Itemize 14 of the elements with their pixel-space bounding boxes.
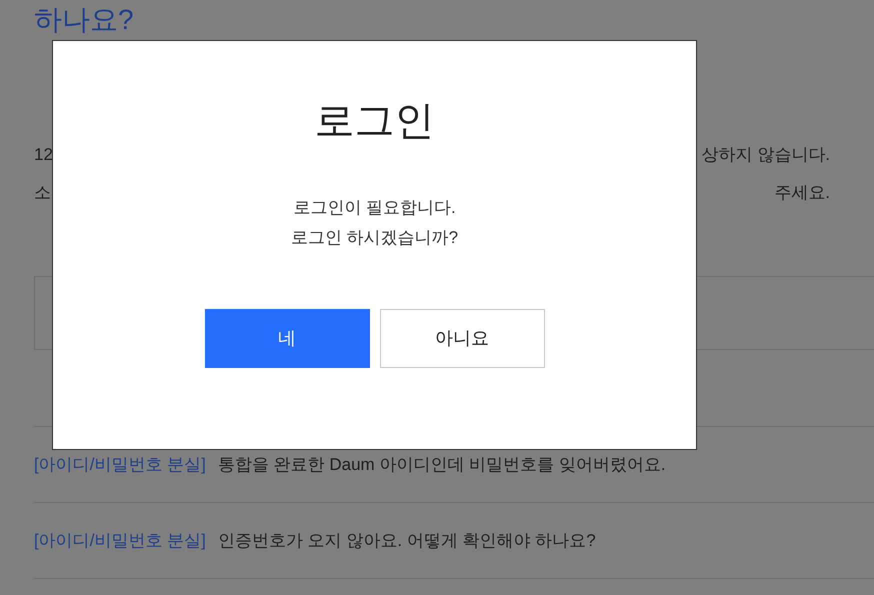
notice-text: 상하지 않습니다. bbox=[702, 144, 830, 166]
dialog-message: 로그인이 필요합니다. bbox=[293, 197, 456, 219]
page-heading: 하나요? bbox=[34, 3, 134, 37]
notice-text: 주세요. bbox=[774, 182, 830, 204]
faq-question[interactable]: 인증번호가 오지 않아요. 어떻게 확인해야 하나요? bbox=[218, 528, 596, 554]
confirm-button[interactable]: 네 bbox=[204, 309, 370, 368]
cancel-button[interactable]: 아니요 bbox=[380, 309, 544, 368]
faq-category-link[interactable]: [아이디/비밀번호 분실] bbox=[34, 452, 206, 478]
faq-category-link[interactable]: [아이디/비밀번호 분실] bbox=[34, 528, 206, 554]
dialog-message: 로그인 하시겠습니까? bbox=[290, 227, 458, 249]
notice-text: 소 bbox=[34, 182, 51, 204]
notice-text: 12 bbox=[34, 144, 53, 166]
faq-question[interactable]: 통합을 완료한 Daum 아이디인데 비밀번호를 잊어버렸어요. bbox=[218, 452, 666, 478]
dialog-title: 로그인 bbox=[314, 98, 434, 145]
